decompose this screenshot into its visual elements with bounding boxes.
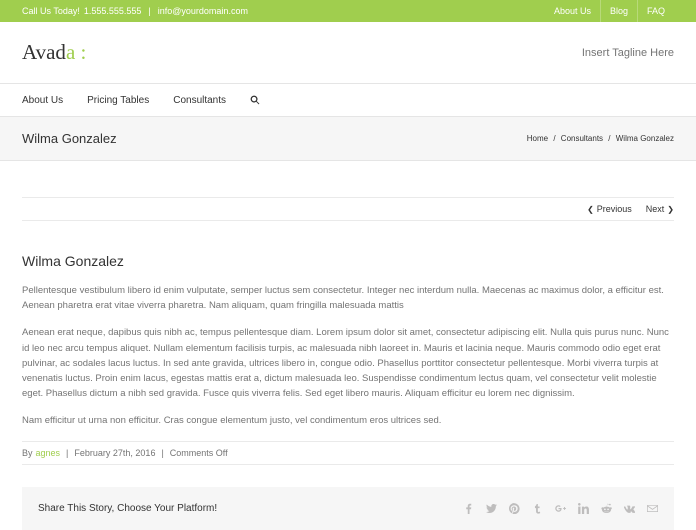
top-menu-blog[interactable]: Blog (600, 0, 637, 22)
tagline: Insert Tagline Here (582, 47, 674, 59)
share-text: Share This Story, Choose Your Platform! (38, 503, 217, 514)
chevron-right-icon: ❯ (667, 205, 674, 214)
top-menu: About Us Blog FAQ (545, 0, 674, 22)
separator: | (148, 6, 150, 16)
meta-comments: Comments Off (170, 448, 228, 458)
meta-date: February 27th, 2016 (74, 448, 155, 458)
meta-sep: | (161, 448, 163, 458)
title-bar: Wilma Gonzalez Home / Consultants / Wilm… (0, 117, 696, 161)
linkedin-icon[interactable] (578, 503, 589, 514)
crumb-sep: / (553, 134, 555, 143)
googleplus-icon[interactable] (555, 503, 566, 514)
logo[interactable]: Avada : (22, 40, 86, 65)
twitter-icon[interactable] (486, 503, 497, 514)
crumb-sep: / (608, 134, 610, 143)
header: Avada : Insert Tagline Here (0, 22, 696, 83)
previous-link[interactable]: ❮ Previous (587, 204, 632, 214)
post-meta: By agnes | February 27th, 2016 | Comment… (22, 441, 674, 465)
top-contact: Call Us Today! 1.555.555.555 | info@your… (22, 6, 248, 16)
crumb-home[interactable]: Home (527, 134, 548, 143)
paragraph-2: Aenean erat neque, dapibus quis nibh ac,… (22, 325, 674, 401)
top-menu-faq[interactable]: FAQ (637, 0, 674, 22)
main-nav: About Us Pricing Tables Consultants (0, 83, 696, 117)
nav-pricing-tables[interactable]: Pricing Tables (87, 95, 149, 106)
phone-number: 1.555.555.555 (84, 6, 142, 16)
previous-label: Previous (597, 204, 632, 214)
post-pager: ❮ Previous Next ❯ (22, 197, 674, 221)
email-icon[interactable] (647, 503, 658, 514)
next-link[interactable]: Next ❯ (646, 204, 674, 214)
pinterest-icon[interactable] (509, 503, 520, 514)
chevron-left-icon: ❮ (587, 205, 594, 214)
meta-by: By (22, 448, 33, 458)
top-bar: Call Us Today! 1.555.555.555 | info@your… (0, 0, 696, 22)
vk-icon[interactable] (624, 503, 635, 514)
email-link[interactable]: info@yourdomain.com (158, 6, 248, 16)
search-icon[interactable] (250, 95, 260, 105)
tumblr-icon[interactable] (532, 503, 543, 514)
nav-consultants[interactable]: Consultants (173, 95, 226, 106)
facebook-icon[interactable] (463, 503, 474, 514)
post-title: Wilma Gonzalez (22, 253, 674, 269)
meta-author[interactable]: agnes (36, 448, 61, 458)
share-box: Share This Story, Choose Your Platform! (22, 487, 674, 530)
nav-about-us[interactable]: About Us (22, 95, 63, 106)
share-icons (463, 503, 658, 514)
content-area: ❮ Previous Next ❯ Wilma Gonzalez Pellent… (0, 161, 696, 530)
top-menu-about[interactable]: About Us (545, 0, 600, 22)
next-label: Next (646, 204, 665, 214)
logo-main: Avad (22, 40, 66, 64)
paragraph-3: Nam efficitur ut urna non efficitur. Cra… (22, 413, 674, 428)
crumb-consultants[interactable]: Consultants (561, 134, 603, 143)
logo-accent: a : (66, 40, 86, 64)
paragraph-1: Pellentesque vestibulum libero id enim v… (22, 283, 674, 313)
page-title: Wilma Gonzalez (22, 131, 117, 146)
breadcrumb: Home / Consultants / Wilma Gonzalez (527, 134, 674, 143)
meta-sep: | (66, 448, 68, 458)
call-prefix: Call Us Today! (22, 6, 80, 16)
reddit-icon[interactable] (601, 503, 612, 514)
crumb-current: Wilma Gonzalez (616, 134, 674, 143)
